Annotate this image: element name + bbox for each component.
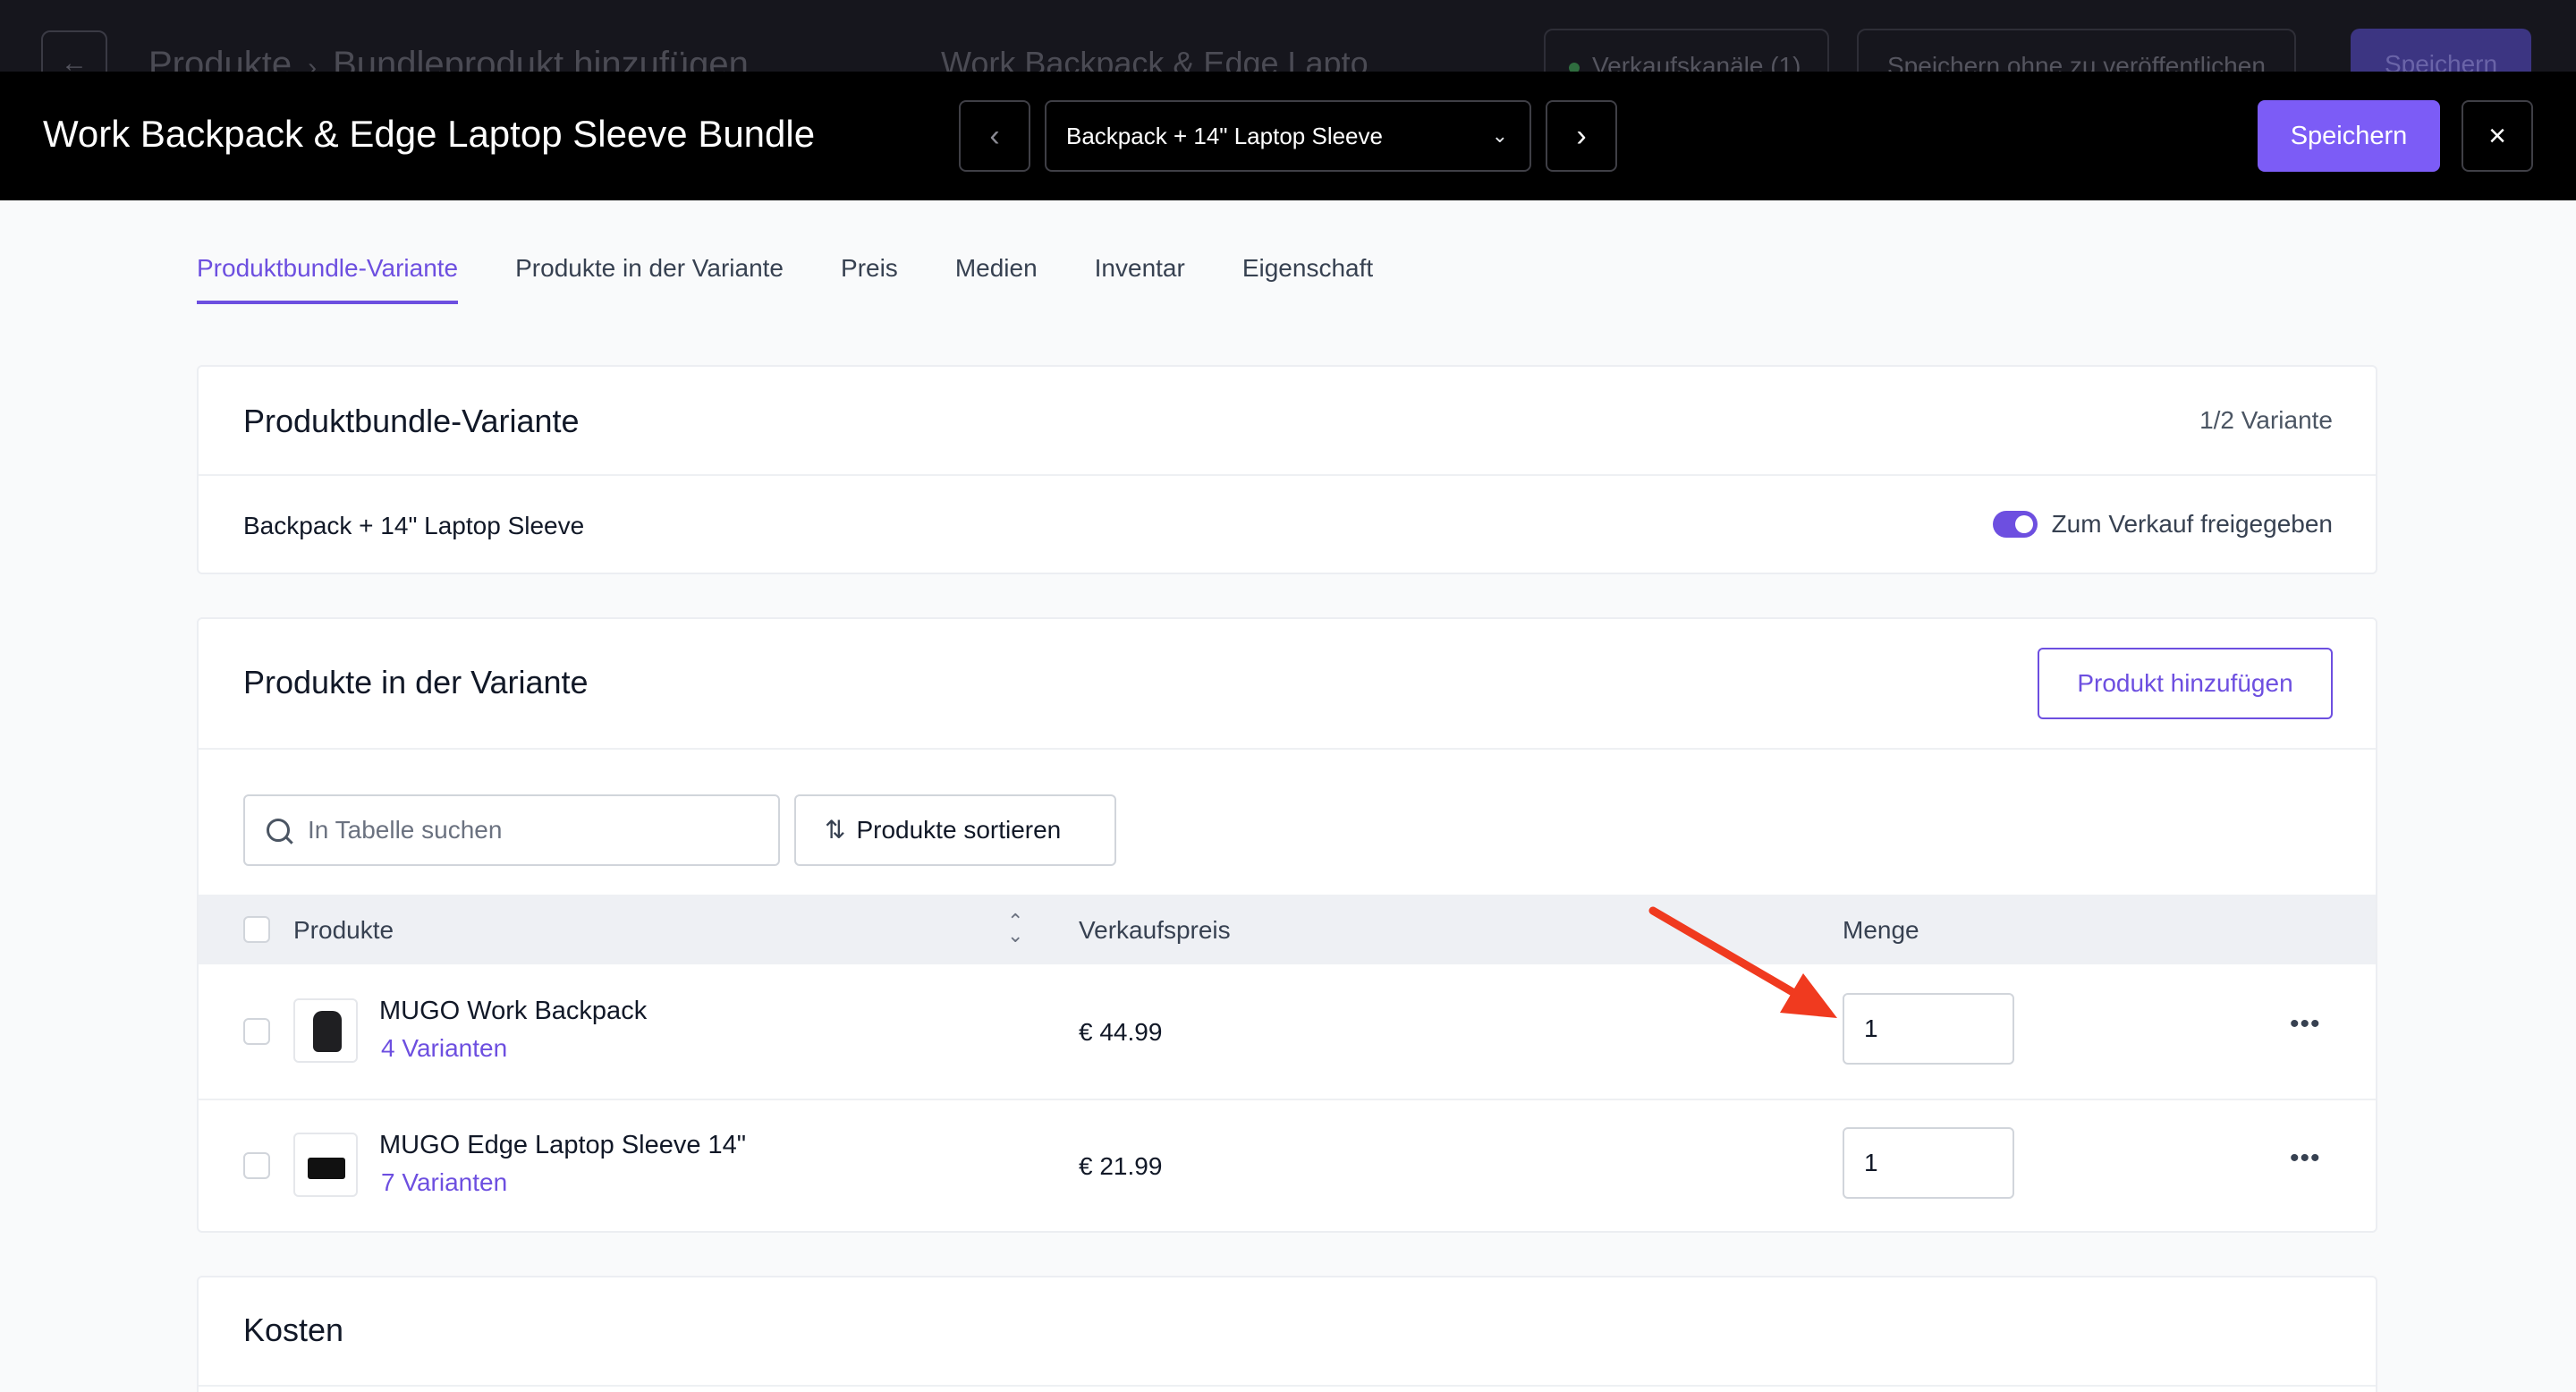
background-header: ← Produkte › Bundleprodukt hinzufügen Work…: [0, 0, 2576, 72]
more-options-icon[interactable]: •••: [2290, 1009, 2321, 1040]
close-icon: ×: [2488, 119, 2506, 153]
background-product-title: Work Backpack & Edge Lapto: [941, 45, 1368, 72]
variant-select[interactable]: Backpack + 14" Laptop Sleeve ⌄: [1045, 100, 1531, 172]
products-card: Produkte in der Variante Produkt hinzufü…: [197, 617, 2377, 1233]
sale-toggle-group: Zum Verkauf freigegeben: [1992, 510, 2333, 539]
close-button[interactable]: ×: [2462, 100, 2533, 172]
product-name: MUGO Edge Laptop Sleeve 14": [379, 1131, 747, 1159]
background-save-button: Speichern: [2351, 29, 2531, 72]
tab-property[interactable]: Eigenschaft: [1242, 254, 1373, 304]
column-header-products[interactable]: Produkte: [293, 916, 394, 945]
product-name: MUGO Work Backpack: [379, 997, 648, 1025]
add-product-button[interactable]: Produkt hinzufügen: [2038, 648, 2333, 719]
breadcrumb-item: Produkte: [148, 45, 292, 72]
tab-price[interactable]: Preis: [841, 254, 898, 304]
column-header-price: Verkaufspreis: [1079, 916, 1231, 944]
variant-select-value: Backpack + 14" Laptop Sleeve: [1066, 123, 1383, 149]
variant-card: Produktbundle-Variante 1/2 Variante Back…: [197, 365, 2377, 574]
variant-name: Backpack + 14" Laptop Sleeve: [243, 512, 585, 539]
product-thumbnail: [293, 998, 358, 1063]
quantity-input[interactable]: 1: [1843, 1127, 2014, 1199]
breadcrumb-item: Bundleprodukt hinzufügen: [333, 45, 749, 72]
row-checkbox[interactable]: [243, 1018, 270, 1045]
table-row: MUGO Work Backpack 4 Varianten € 44.99 1…: [199, 964, 2376, 1099]
product-price: € 44.99: [1079, 1018, 1163, 1046]
chevron-right-icon: ›: [308, 53, 318, 72]
backpack-image: [313, 1011, 342, 1052]
costs-card-title: Kosten: [243, 1311, 344, 1348]
divider: [199, 474, 2376, 476]
sort-arrows-icon: ⇅: [825, 816, 846, 844]
tab-bundle-variant[interactable]: Produktbundle-Variante: [197, 254, 459, 304]
chevron-left-icon: ‹: [989, 119, 1000, 153]
sort-products-button[interactable]: ⇅ Produkte sortieren: [794, 794, 1116, 866]
table-row: MUGO Edge Laptop Sleeve 14" 7 Varianten …: [199, 1099, 2376, 1233]
background-save-without-publish: Speichern ohne zu veröffentlichen: [1857, 29, 2296, 72]
chevron-down-icon: ⌄: [1491, 124, 1508, 147]
search-icon: [267, 819, 290, 842]
page-title: Work Backpack & Edge Laptop Sleeve Bundl…: [43, 113, 816, 155]
row-checkbox[interactable]: [243, 1152, 270, 1179]
sort-updown-icon[interactable]: ⌃ ⌄: [1007, 912, 1023, 946]
for-sale-toggle[interactable]: [1992, 511, 2038, 538]
sort-products-label: Produkte sortieren: [856, 816, 1062, 844]
table-header: Produkte ⌃ ⌄ Verkaufspreis Menge: [199, 895, 2376, 964]
select-all-checkbox[interactable]: [243, 916, 270, 943]
product-price: € 21.99: [1079, 1152, 1163, 1180]
tab-media[interactable]: Medien: [955, 254, 1038, 304]
status-dot-icon: [1569, 62, 1580, 72]
divider: [199, 1385, 2376, 1387]
background-breadcrumb: Produkte › Bundleprodukt hinzufügen: [148, 45, 749, 72]
tab-bar: Produktbundle-Variante Produkte in der V…: [197, 254, 1430, 304]
for-sale-label: Zum Verkauf freigegeben: [2051, 510, 2333, 538]
product-variants-link[interactable]: 7 Varianten: [381, 1168, 507, 1197]
next-variant-button[interactable]: ›: [1546, 100, 1617, 172]
more-options-icon[interactable]: •••: [2290, 1143, 2321, 1174]
save-button[interactable]: Speichern: [2258, 100, 2440, 172]
search-placeholder: In Tabelle suchen: [308, 816, 503, 844]
variant-card-title: Produktbundle-Variante: [243, 403, 580, 439]
modal-header: Work Backpack & Edge Laptop Sleeve Bundl…: [0, 72, 2576, 200]
variant-count: 1/2 Variante: [2199, 406, 2333, 434]
tab-inventory[interactable]: Inventar: [1095, 254, 1185, 304]
laptop-sleeve-image: [308, 1158, 345, 1179]
column-header-quantity: Menge: [1843, 916, 1919, 944]
product-variants-link[interactable]: 4 Varianten: [381, 1034, 507, 1063]
channels-label: Verkaufskanäle (1): [1592, 52, 1801, 72]
table-search-input[interactable]: In Tabelle suchen: [243, 794, 780, 866]
costs-card: Kosten: [197, 1276, 2377, 1392]
chevron-right-icon: ›: [1576, 119, 1587, 153]
background-channels-button: Verkaufskanäle (1): [1544, 29, 1830, 72]
product-thumbnail: [293, 1133, 358, 1197]
back-arrow-icon: ←: [41, 30, 107, 72]
products-card-title: Produkte in der Variante: [243, 664, 589, 700]
tab-products-in-variant[interactable]: Produkte in der Variante: [515, 254, 784, 304]
divider: [199, 748, 2376, 750]
quantity-input[interactable]: 1: [1843, 993, 2014, 1065]
previous-variant-button[interactable]: ‹: [959, 100, 1030, 172]
